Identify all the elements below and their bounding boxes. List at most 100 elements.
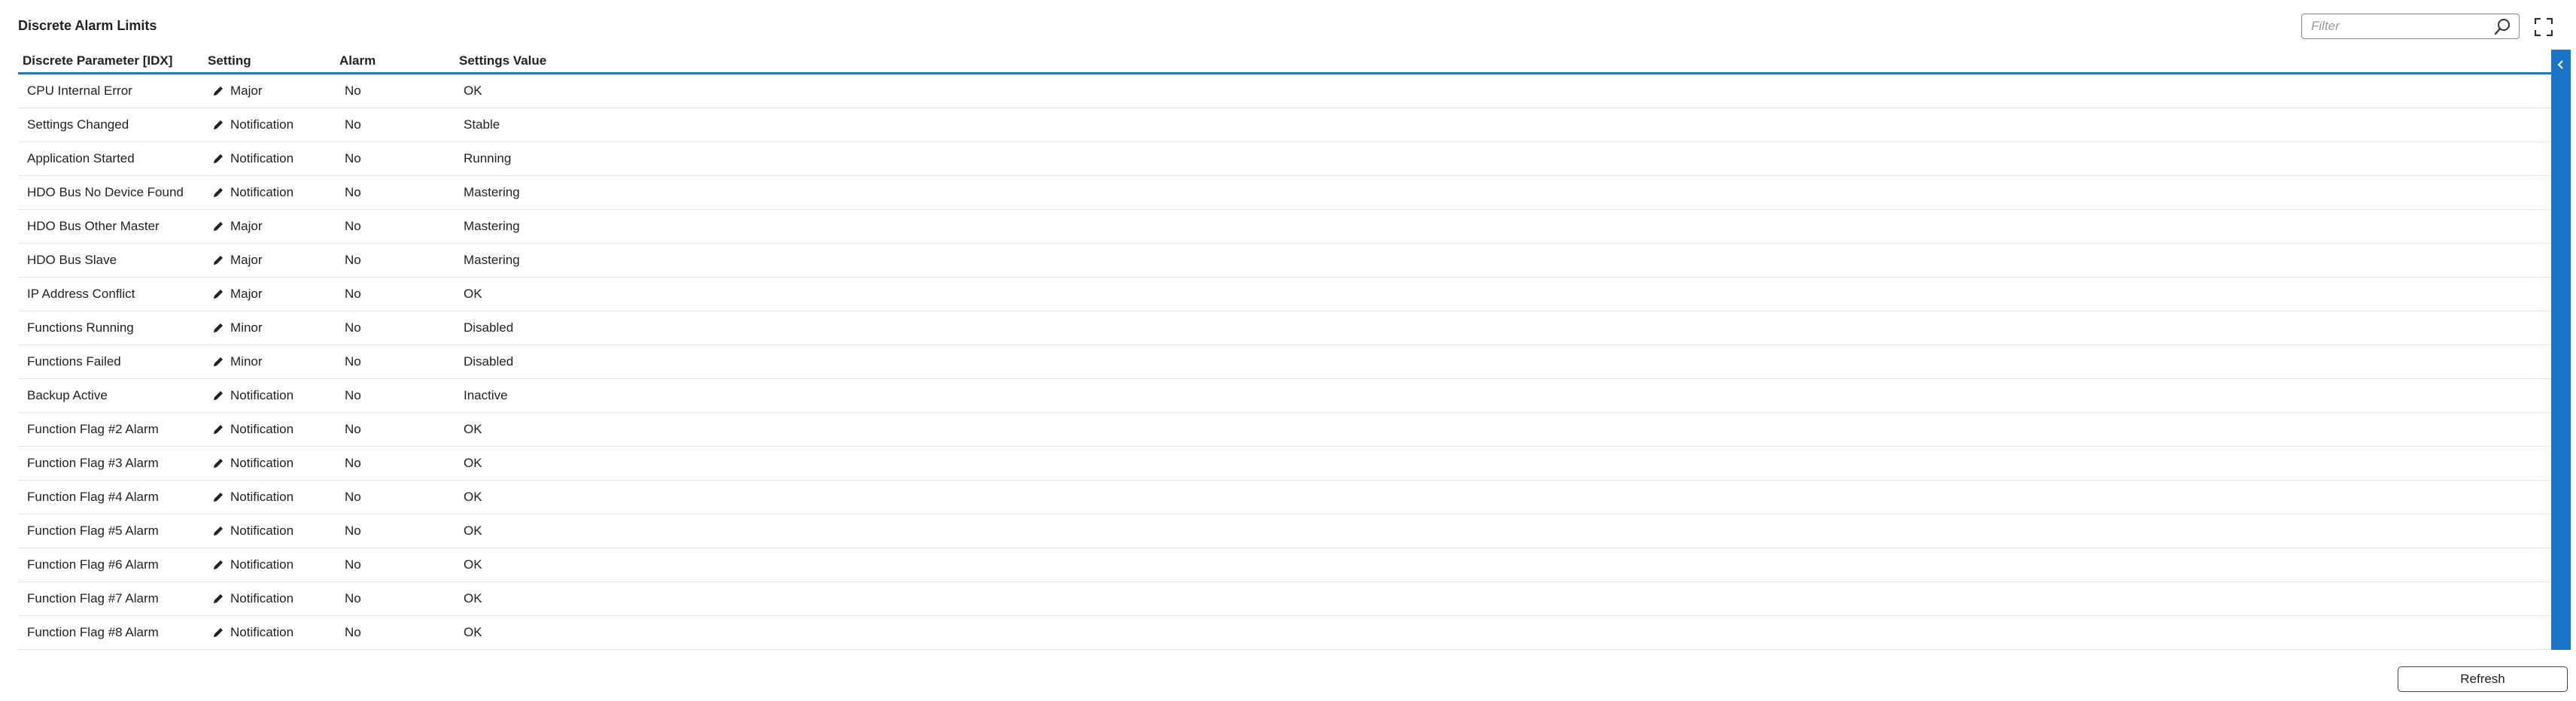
column-header-alarm[interactable]: Alarm	[339, 53, 376, 68]
filter-box[interactable]	[2301, 14, 2520, 39]
refresh-button[interactable]: Refresh	[2398, 666, 2568, 692]
table-row[interactable]: Function Flag #2 Alarm Notification No OK	[18, 413, 2551, 447]
table-row[interactable]: Function Flag #4 Alarm Notification No OK	[18, 481, 2551, 514]
table-row[interactable]: Function Flag #7 Alarm Notification No OK	[18, 582, 2551, 616]
setting-cell[interactable]: Minor	[212, 320, 263, 335]
table-row[interactable]: Function Flag #8 Alarm Notification No OK	[18, 616, 2551, 650]
filter-input[interactable]	[2310, 15, 2493, 38]
page-title: Discrete Alarm Limits	[18, 18, 157, 33]
pencil-icon[interactable]	[212, 491, 224, 503]
column-header-param[interactable]: Discrete Parameter [IDX]	[23, 53, 172, 68]
pencil-icon[interactable]	[212, 525, 224, 537]
discrete-alarm-limits-page: Discrete Alarm Limits Discrete Parameter…	[0, 0, 2576, 701]
alarm-cell: No	[345, 185, 361, 199]
pencil-icon[interactable]	[212, 85, 224, 97]
setting-label: Notification	[230, 523, 294, 538]
alarm-cell: No	[345, 557, 361, 572]
param-cell: Functions Running	[27, 320, 134, 335]
alarm-cell: No	[345, 388, 361, 402]
param-cell: Function Flag #6 Alarm	[27, 557, 159, 572]
alarm-cell: No	[345, 591, 361, 605]
setting-label: Minor	[230, 354, 263, 369]
setting-label: Major	[230, 219, 263, 233]
setting-label: Notification	[230, 490, 294, 504]
param-cell: Function Flag #2 Alarm	[27, 422, 159, 436]
pencil-icon[interactable]	[212, 220, 224, 232]
settings-value-cell: OK	[464, 287, 482, 301]
alarm-cell: No	[345, 354, 361, 369]
settings-value-cell: Stable	[464, 117, 500, 132]
table-row[interactable]: HDO Bus Other Master Major No Mastering	[18, 210, 2551, 244]
pencil-icon[interactable]	[212, 457, 224, 469]
setting-cell[interactable]: Major	[212, 287, 263, 302]
table-row[interactable]: Application Started Notification No Running	[18, 142, 2551, 176]
alarm-cell: No	[345, 422, 361, 436]
setting-cell[interactable]: Notification	[212, 625, 293, 640]
setting-cell[interactable]: Notification	[212, 557, 293, 572]
setting-label: Major	[230, 83, 263, 98]
table-row[interactable]: HDO Bus No Device Found Notification No Mas…	[18, 176, 2551, 210]
setting-cell[interactable]: Notification	[212, 422, 293, 437]
table-row[interactable]: IP Address Conflict Major No OK	[18, 278, 2551, 311]
side-panel[interactable]	[2551, 50, 2571, 650]
setting-cell[interactable]: Notification	[212, 591, 293, 606]
pencil-icon[interactable]	[212, 423, 224, 435]
settings-value-cell: Disabled	[464, 320, 514, 335]
pencil-icon[interactable]	[212, 288, 224, 300]
table-row[interactable]: Settings Changed Notification No Stable	[18, 108, 2551, 142]
settings-value-cell: OK	[464, 490, 482, 504]
pencil-icon[interactable]	[212, 322, 224, 334]
table-row[interactable]: HDO Bus Slave Major No Mastering	[18, 244, 2551, 278]
setting-cell[interactable]: Major	[212, 83, 263, 99]
param-cell: Settings Changed	[27, 117, 129, 132]
setting-cell[interactable]: Notification	[212, 151, 293, 166]
search-icon[interactable]	[2493, 18, 2511, 36]
pencil-icon[interactable]	[212, 593, 224, 605]
table-row[interactable]: Function Flag #3 Alarm Notification No OK	[18, 447, 2551, 481]
setting-cell[interactable]: Notification	[212, 388, 293, 403]
settings-value-cell: OK	[464, 557, 482, 572]
setting-cell[interactable]: Major	[212, 253, 263, 268]
pencil-icon[interactable]	[212, 356, 224, 368]
pencil-icon[interactable]	[212, 627, 224, 639]
pencil-icon[interactable]	[212, 187, 224, 199]
table-row[interactable]: Functions Failed Minor No Disabled	[18, 345, 2551, 379]
column-header-settings-value[interactable]: Settings Value	[459, 53, 546, 68]
setting-cell[interactable]: Notification	[212, 185, 293, 200]
column-header-setting[interactable]: Setting	[208, 53, 251, 68]
setting-cell[interactable]: Notification	[212, 117, 293, 132]
param-cell: Function Flag #7 Alarm	[27, 591, 159, 605]
setting-cell[interactable]: Minor	[212, 354, 263, 369]
chevron-left-icon[interactable]	[2551, 50, 2571, 80]
settings-value-cell: Inactive	[464, 388, 508, 402]
setting-label: Minor	[230, 320, 263, 335]
alarm-cell: No	[345, 523, 361, 538]
fullscreen-icon[interactable]	[2533, 17, 2554, 38]
setting-cell[interactable]: Notification	[212, 456, 293, 471]
setting-label: Major	[230, 287, 263, 301]
alarm-cell: No	[345, 151, 361, 165]
table-row[interactable]: Function Flag #6 Alarm Notification No OK	[18, 548, 2551, 582]
table-row[interactable]: Backup Active Notification No Inactive	[18, 379, 2551, 413]
pencil-icon[interactable]	[212, 254, 224, 266]
pencil-icon[interactable]	[212, 153, 224, 165]
pencil-icon[interactable]	[212, 390, 224, 402]
param-cell: Backup Active	[27, 388, 108, 402]
alarm-cell: No	[345, 83, 361, 98]
table-row[interactable]: CPU Internal Error Major No OK	[18, 74, 2551, 108]
param-cell: HDO Bus No Device Found	[27, 185, 184, 199]
table-row[interactable]: Functions Running Minor No Disabled	[18, 311, 2551, 345]
settings-value-cell: Mastering	[464, 253, 520, 267]
settings-value-cell: Disabled	[464, 354, 514, 369]
setting-cell[interactable]: Major	[212, 219, 263, 234]
setting-label: Notification	[230, 388, 294, 402]
setting-label: Notification	[230, 591, 294, 605]
alarm-cell: No	[345, 456, 361, 470]
table-row[interactable]: Function Flag #5 Alarm Notification No OK	[18, 514, 2551, 548]
pencil-icon[interactable]	[212, 559, 224, 571]
setting-cell[interactable]: Notification	[212, 523, 293, 539]
setting-cell[interactable]: Notification	[212, 490, 293, 505]
setting-label: Notification	[230, 151, 294, 165]
pencil-icon[interactable]	[212, 119, 224, 131]
alarm-limits-table: Discrete Parameter [IDX] Setting Alarm S…	[18, 50, 2551, 650]
